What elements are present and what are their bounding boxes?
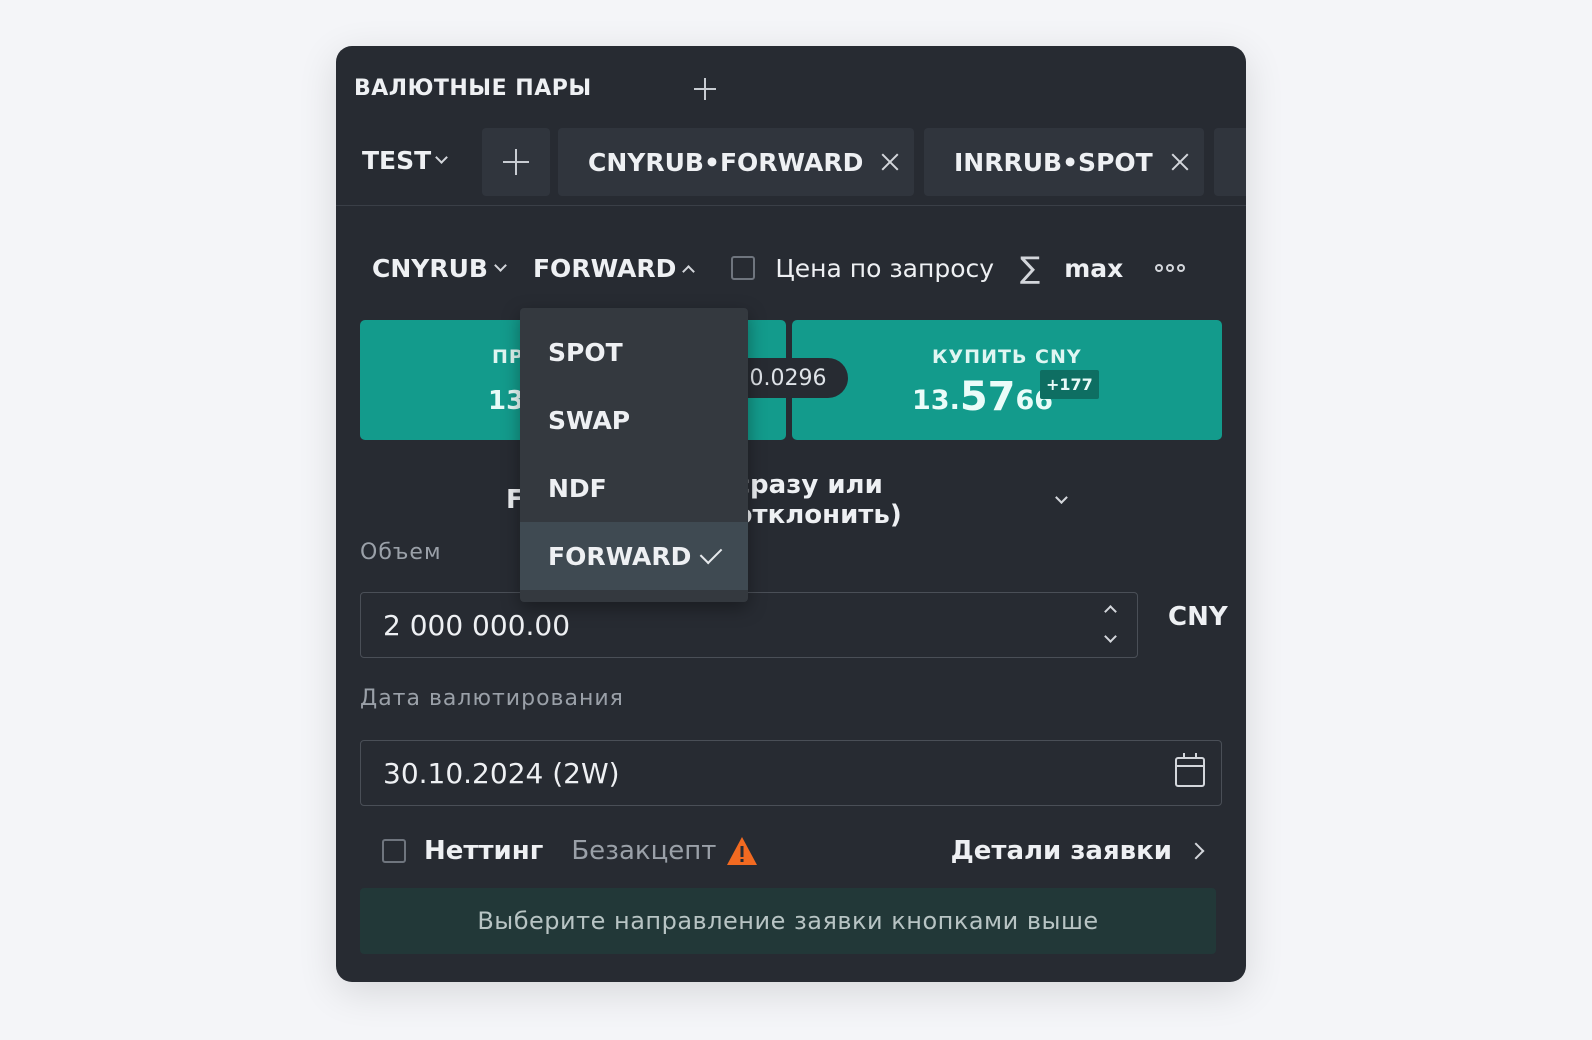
sell-price: 13 <box>488 386 525 416</box>
dropdown-item-label: SPOT <box>548 337 623 367</box>
instrument-type-selector[interactable]: FORWARD <box>532 253 696 283</box>
plus-icon <box>503 149 529 175</box>
instrument-toolbar: CNYRUB FORWARD Цена по запросу ∑ max <box>372 248 1186 288</box>
chevron-down-icon <box>435 151 449 164</box>
direction-hint: Выберите направление заявки кнопками выш… <box>360 888 1216 954</box>
buy-label: КУПИТЬ CNY <box>932 346 1082 368</box>
noaccept-label: Безакцепт <box>571 836 717 866</box>
buy-price-big: 57 <box>959 374 1016 420</box>
dropdown-item-ndf[interactable]: NDF <box>520 454 748 522</box>
more-options-icon[interactable] <box>1155 264 1186 272</box>
rfq-checkbox[interactable] <box>731 256 756 280</box>
dropdown-item-label: SWAP <box>548 405 631 435</box>
volume-stepper[interactable] <box>1104 605 1117 643</box>
dropdown-item-label: FORWARD <box>548 541 692 571</box>
order-options-row: Неттинг Безакцепт Детали заявки <box>382 836 1205 866</box>
tabs-row: TEST CNYRUB•FORWARD INRRUB•SPOT <box>336 128 1246 206</box>
exec-mode-text: сразу или отклонить) <box>734 470 902 530</box>
tab-group-selector[interactable]: TEST <box>362 146 449 175</box>
add-tab-button[interactable] <box>482 128 550 196</box>
volume-label: Объем <box>360 540 442 565</box>
stepper-up-icon[interactable] <box>1104 605 1117 618</box>
warning-icon <box>726 836 758 866</box>
chevron-down-icon <box>1055 490 1068 504</box>
value-date-value: 30.10.2024 (2W) <box>383 757 620 790</box>
volume-value: 2 000 000.00 <box>383 609 571 642</box>
chevron-right-icon <box>1187 842 1205 860</box>
netting-label: Неттинг <box>424 836 544 866</box>
stepper-down-icon[interactable] <box>1104 630 1117 643</box>
tab-overflow[interactable] <box>1214 128 1246 196</box>
check-icon <box>700 541 723 565</box>
tab-label: INRRUB•SPOT <box>954 147 1153 177</box>
instrument-type-dropdown: SPOT SWAP NDF FORWARD <box>520 308 748 602</box>
dropdown-item-spot[interactable]: SPOT <box>520 318 748 386</box>
tab-label: CNYRUB•FORWARD <box>588 147 864 177</box>
order-details-link[interactable]: Детали заявки <box>950 836 1205 866</box>
volume-input[interactable]: 2 000 000.00 <box>360 592 1138 658</box>
add-panel-plus-icon[interactable] <box>694 78 716 100</box>
sigma-icon[interactable]: ∑ <box>1020 251 1040 286</box>
price-delta-badge: +177 <box>1040 370 1099 399</box>
pair-label: CNYRUB <box>372 253 488 283</box>
instrument-label: FORWARD <box>532 253 677 283</box>
netting-checkbox[interactable] <box>382 839 406 863</box>
dropdown-item-forward[interactable]: FORWARD <box>520 522 748 590</box>
tab-inrrub-spot[interactable]: INRRUB•SPOT <box>924 128 1204 196</box>
volume-currency: CNY <box>1168 602 1228 632</box>
order-details-label: Детали заявки <box>950 836 1172 866</box>
pair-selector[interactable]: CNYRUB <box>372 253 507 283</box>
chevron-down-icon <box>494 258 507 272</box>
buy-price: 13. 57 66 <box>912 374 1053 420</box>
calendar-icon[interactable] <box>1175 753 1205 787</box>
close-tab-icon[interactable] <box>1171 153 1189 171</box>
max-button[interactable]: max <box>1064 254 1123 283</box>
currency-pairs-panel: ВАЛЮТНЫЕ ПАРЫ TEST CNYRUB•FORWARD INRRUB… <box>336 46 1246 982</box>
value-date-label: Дата валютирования <box>360 686 624 711</box>
dropdown-item-label: NDF <box>548 473 607 503</box>
tab-cnyrub-forward[interactable]: CNYRUB•FORWARD <box>558 128 914 196</box>
panel-title: ВАЛЮТНЫЕ ПАРЫ <box>354 76 592 101</box>
value-date-input[interactable]: 30.10.2024 (2W) <box>360 740 1222 806</box>
rfq-label: Цена по запросу <box>775 253 995 283</box>
buy-price-prefix: 13. <box>912 385 960 416</box>
chevron-up-icon <box>682 264 696 278</box>
tab-group-label: TEST <box>362 146 432 175</box>
close-tab-icon[interactable] <box>881 153 899 171</box>
buy-button[interactable]: КУПИТЬ CNY 13. 57 66 +177 <box>792 320 1222 440</box>
dropdown-item-swap[interactable]: SWAP <box>520 386 748 454</box>
